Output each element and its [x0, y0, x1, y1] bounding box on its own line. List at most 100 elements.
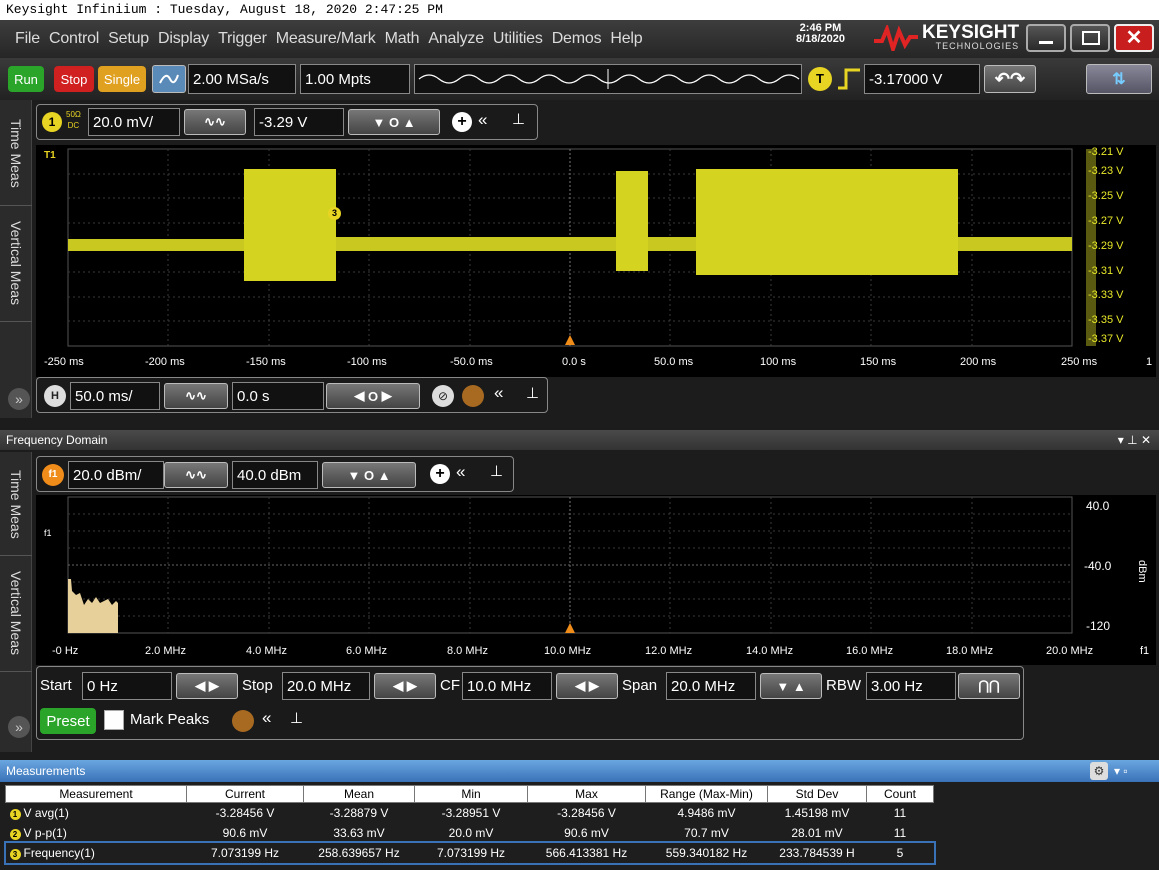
ref-marker[interactable]: T1 — [44, 150, 56, 161]
pin-icon[interactable]: ⊥ — [490, 462, 503, 480]
up-arrow-icon[interactable]: ▲ — [793, 679, 806, 694]
vertical-offset-field[interactable]: -3.29 V — [254, 108, 344, 136]
layout-toggle-button[interactable]: ⇅ — [1086, 64, 1152, 94]
cf-adjust-buttons[interactable]: ◀ ▶ — [556, 673, 618, 699]
column-header[interactable]: Range (Max-Min) — [645, 785, 768, 803]
collapse-icon[interactable]: « — [262, 708, 271, 728]
memory-depth-field[interactable]: 1.00 Mpts — [300, 64, 410, 94]
column-header[interactable]: Std Dev — [767, 785, 867, 803]
undo-redo-buttons[interactable]: ↶ ↷ — [984, 65, 1036, 93]
column-header[interactable]: Measurement — [5, 785, 187, 803]
add-icon[interactable]: + — [452, 112, 472, 132]
time-position-field[interactable]: 0.0 s — [232, 382, 324, 410]
start-freq-field[interactable]: 0 Hz — [82, 672, 172, 700]
stop-freq-field[interactable]: 20.0 MHz — [282, 672, 370, 700]
record-icon[interactable] — [232, 710, 254, 732]
column-header[interactable]: Max — [527, 785, 646, 803]
span-adjust-buttons[interactable]: ▼ ▲ — [760, 673, 822, 699]
menu-display[interactable]: Display — [158, 30, 209, 48]
collapse-icon[interactable]: « — [456, 462, 465, 482]
down-arrow-icon[interactable]: ▼ — [372, 115, 385, 130]
pin-icon[interactable]: ⊥ — [512, 110, 525, 128]
panel-options-icon[interactable]: ▾ ▫ — [1114, 760, 1128, 782]
menu-file[interactable]: File — [15, 30, 40, 48]
channel1-badge[interactable]: 1 — [42, 112, 62, 132]
zero-icon[interactable]: O — [389, 115, 399, 130]
menu-control[interactable]: Control — [49, 30, 99, 48]
horizontal-badge[interactable]: H — [44, 385, 66, 407]
rbw-field[interactable]: 3.00 Hz — [866, 672, 956, 700]
redo-icon[interactable]: ↷ — [1010, 69, 1025, 90]
zoom-icon[interactable]: ⊘ — [432, 385, 454, 407]
single-button[interactable]: Single — [98, 66, 146, 92]
menu-setup[interactable]: Setup — [108, 30, 149, 48]
start-adjust-buttons[interactable]: ◀ ▶ — [176, 673, 238, 699]
minimize-button[interactable] — [1026, 24, 1066, 52]
sample-rate-field[interactable]: 2.00 MSa/s — [188, 64, 296, 94]
tab-vertical-meas[interactable]: Vertical Meas — [0, 206, 32, 322]
collapse-icon[interactable]: « — [494, 383, 503, 403]
right-arrow-icon[interactable]: ▶ — [407, 678, 417, 694]
time-scale-knob[interactable]: ∿∿ — [164, 383, 228, 409]
preset-button[interactable]: Preset — [40, 708, 96, 734]
measurement-marker-3[interactable]: 3 — [328, 207, 341, 220]
up-arrow-icon[interactable]: ▲ — [403, 115, 416, 130]
f1-marker[interactable]: f1 — [44, 528, 52, 538]
table-row[interactable]: 1V avg(1) -3.28456 V -3.28879 V -3.28951… — [6, 803, 934, 823]
menu-help[interactable]: Help — [610, 30, 642, 48]
menu-utilities[interactable]: Utilities — [493, 30, 543, 48]
f1-badge[interactable]: f1 — [42, 464, 64, 486]
down-arrow-icon[interactable]: ▼ — [347, 468, 360, 483]
undo-icon[interactable]: ↶ — [995, 69, 1010, 90]
close-button[interactable]: ✕ — [1114, 24, 1154, 52]
spectrum-plot-svg[interactable] — [36, 495, 1156, 665]
rising-edge-icon[interactable] — [836, 66, 862, 92]
column-header[interactable]: Min — [414, 785, 528, 803]
record-icon[interactable] — [462, 385, 484, 407]
time-position-buttons[interactable]: ◀ O ▶ — [326, 383, 420, 409]
column-header[interactable]: Current — [186, 785, 304, 803]
collapse-icon[interactable]: « — [478, 110, 487, 130]
expand-icon[interactable]: » — [8, 716, 30, 738]
table-row[interactable]: 2V p-p(1) 90.6 mV 33.63 mV 20.0 mV 90.6 … — [6, 823, 934, 843]
left-arrow-icon[interactable]: ◀ — [393, 678, 403, 694]
rbw-knob[interactable]: ⋂⋂ — [958, 673, 1020, 699]
pin-icon[interactable]: ⊥ — [526, 384, 539, 402]
offset-adjust-buttons[interactable]: ▼ O ▲ — [348, 109, 440, 135]
vertical-scale-knob[interactable]: ∿∿ — [184, 109, 246, 135]
down-arrow-icon[interactable]: ▼ — [776, 679, 789, 694]
f1-scale-knob[interactable]: ∿∿ — [164, 462, 228, 488]
menu-trigger[interactable]: Trigger — [218, 30, 267, 48]
gear-icon[interactable]: ⚙ — [1090, 762, 1108, 780]
add-icon[interactable]: + — [430, 464, 450, 484]
zero-icon[interactable]: O — [364, 468, 374, 483]
span-field[interactable]: 20.0 MHz — [666, 672, 756, 700]
zero-icon[interactable]: O — [368, 389, 378, 404]
f1-offset-buttons[interactable]: ▼ O ▲ — [322, 462, 416, 488]
panel-window-icons[interactable]: ▾ ⊥ ✕ — [1118, 430, 1151, 450]
menu-demos[interactable]: Demos — [552, 30, 602, 48]
f1-offset-field[interactable]: 40.0 dBm — [232, 461, 318, 489]
left-arrow-icon[interactable]: ◀ — [354, 388, 364, 404]
right-arrow-icon[interactable]: ▶ — [209, 678, 219, 694]
pin-icon[interactable]: ⊥ — [290, 709, 303, 727]
left-arrow-icon[interactable]: ◀ — [575, 678, 585, 694]
tab-time-meas[interactable]: Time Meas — [0, 102, 32, 206]
stop-button[interactable]: Stop — [54, 66, 94, 92]
maximize-button[interactable] — [1070, 24, 1110, 52]
trigger-level-field[interactable]: -3.17000 V — [864, 64, 980, 94]
f1-scale-field[interactable]: 20.0 dBm/ — [68, 461, 164, 489]
right-arrow-icon[interactable]: ▶ — [382, 388, 392, 404]
column-header[interactable]: Count — [866, 785, 934, 803]
center-freq-field[interactable]: 10.0 MHz — [462, 672, 552, 700]
autoscale-button[interactable] — [152, 65, 186, 93]
time-scale-field[interactable]: 50.0 ms/ — [70, 382, 160, 410]
vertical-scale-field[interactable]: 20.0 mV/ — [88, 108, 180, 136]
run-button[interactable]: Run — [8, 66, 44, 92]
menu-math[interactable]: Math — [385, 30, 420, 48]
menu-analyze[interactable]: Analyze — [428, 30, 484, 48]
tab-time-meas-2[interactable]: Time Meas — [0, 454, 32, 556]
menu-measure-mark[interactable]: Measure/Mark — [276, 30, 376, 48]
table-row[interactable]: 3 Frequency(1) 7.073199 Hz 258.639657 Hz … — [3, 840, 936, 865]
time-plot-svg[interactable] — [36, 145, 1156, 377]
